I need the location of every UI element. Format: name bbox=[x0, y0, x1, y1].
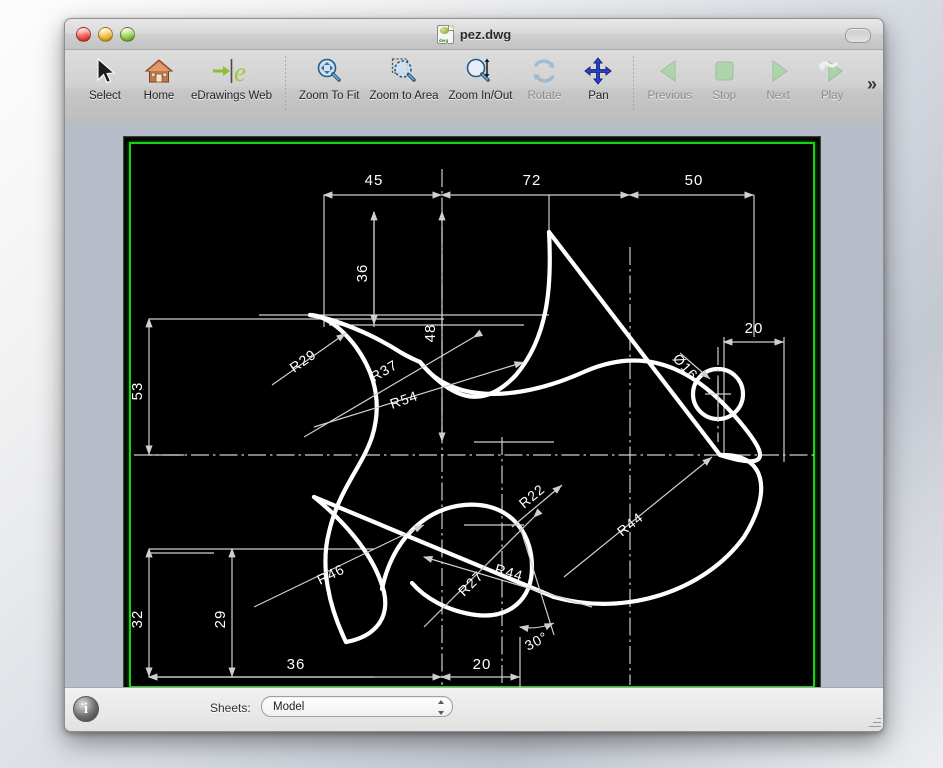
toolbar-group-tools: Select Home e eDrawings Web bbox=[78, 54, 277, 102]
toolbar-button-zoom-to-fit[interactable]: Zoom To Fit bbox=[294, 54, 365, 102]
info-button[interactable]: i bbox=[73, 696, 99, 722]
svg-text:R27: R27 bbox=[455, 568, 487, 600]
sheets-label: Sheets: bbox=[210, 701, 251, 715]
svg-text:R29: R29 bbox=[287, 346, 320, 376]
toolbar-label: Rotate bbox=[527, 90, 562, 102]
toolbar-button-edrawings-web[interactable]: e eDrawings Web bbox=[186, 54, 277, 102]
toolbar-label: Home bbox=[143, 90, 175, 102]
main-toolbar: Select Home e eDrawings Web Zoom To Fit … bbox=[65, 50, 883, 127]
sheets-select[interactable]: Model bbox=[261, 696, 453, 717]
svg-text:48: 48 bbox=[422, 324, 439, 343]
previous-icon bbox=[655, 54, 685, 88]
toolbar-label: Select bbox=[89, 90, 121, 102]
zoom-to-fit-icon bbox=[314, 54, 344, 88]
drawing-canvas-area: .geo{fill:none;stroke:#ffffff;stroke-wid… bbox=[65, 122, 883, 694]
toolbar-label: Zoom to Area bbox=[369, 90, 439, 102]
svg-text:50: 50 bbox=[685, 172, 704, 189]
toolbar-group-view: Zoom To Fit Zoom to Area Zoom In/Out Rot… bbox=[294, 54, 625, 102]
svg-text:20: 20 bbox=[473, 656, 492, 673]
cursor-arrow-icon bbox=[92, 54, 118, 88]
toolbar-label: Stop bbox=[712, 90, 737, 102]
toolbar-label: Zoom In/Out bbox=[448, 90, 513, 102]
edrawings-window: pez.dwg Select bbox=[64, 18, 884, 732]
svg-text:53: 53 bbox=[129, 382, 146, 401]
svg-text:R37: R37 bbox=[368, 356, 401, 384]
resize-grip[interactable] bbox=[866, 714, 881, 729]
fish-technical-drawing[interactable]: .geo{fill:none;stroke:#ffffff;stroke-wid… bbox=[123, 136, 821, 694]
toolbar-overflow-button[interactable]: » bbox=[867, 74, 877, 95]
svg-text:36: 36 bbox=[287, 656, 306, 673]
svg-text:72: 72 bbox=[523, 172, 542, 189]
toolbar-button-rotate[interactable]: Rotate bbox=[517, 54, 571, 102]
toolbar-button-zoom-in-out[interactable]: Zoom In/Out bbox=[444, 54, 518, 102]
zoom-to-area-icon bbox=[389, 54, 419, 88]
toolbar-button-select[interactable]: Select bbox=[78, 54, 132, 102]
svg-text:R54: R54 bbox=[388, 387, 420, 411]
svg-text:36: 36 bbox=[354, 264, 371, 283]
toolbar-label: Pan bbox=[588, 90, 609, 102]
zoom-in-out-icon bbox=[464, 54, 496, 88]
toolbar-label: Zoom To Fit bbox=[298, 90, 360, 102]
toolbar-label: Previous bbox=[647, 90, 693, 102]
window-title-group: pez.dwg bbox=[65, 19, 883, 49]
edrawings-web-icon: e bbox=[209, 54, 253, 88]
svg-text:e: e bbox=[234, 57, 246, 86]
home-icon bbox=[144, 54, 174, 88]
toolbar-button-previous[interactable]: Previous bbox=[642, 54, 697, 102]
toolbar-button-next[interactable]: Next bbox=[751, 54, 805, 102]
window-titlebar[interactable]: pez.dwg bbox=[65, 19, 883, 50]
svg-text:R44: R44 bbox=[493, 561, 525, 584]
pan-icon bbox=[583, 54, 613, 88]
rotate-icon bbox=[529, 54, 559, 88]
drawing-geometry: .geo{fill:none;stroke:#ffffff;stroke-wid… bbox=[124, 137, 820, 693]
toolbar-toggle-button[interactable] bbox=[845, 28, 871, 43]
toolbar-label: eDrawings Web bbox=[191, 90, 272, 102]
next-icon bbox=[763, 54, 793, 88]
toolbar-group-animation: Previous Stop Next Play bbox=[642, 54, 859, 102]
svg-text:R22: R22 bbox=[516, 481, 548, 512]
svg-text:45: 45 bbox=[365, 172, 384, 189]
toolbar-label: Play bbox=[821, 90, 844, 102]
sheets-select-value: Model bbox=[273, 700, 305, 713]
chevron-updown-icon bbox=[436, 700, 445, 715]
play-animation-icon bbox=[817, 54, 847, 88]
svg-text:20: 20 bbox=[745, 320, 764, 337]
toolbar-button-play[interactable]: Play bbox=[805, 54, 859, 102]
toolbar-button-home[interactable]: Home bbox=[132, 54, 186, 102]
status-bar: i Sheets: Model bbox=[65, 687, 883, 731]
toolbar-button-pan[interactable]: Pan bbox=[571, 54, 625, 102]
svg-text:30°: 30° bbox=[522, 628, 551, 653]
toolbar-button-zoom-to-area[interactable]: Zoom to Area bbox=[364, 54, 443, 102]
svg-text:29: 29 bbox=[212, 610, 229, 629]
toolbar-button-stop[interactable]: Stop bbox=[697, 54, 751, 102]
window-title: pez.dwg bbox=[459, 26, 512, 42]
svg-text:32: 32 bbox=[129, 610, 146, 629]
toolbar-label: Next bbox=[766, 90, 791, 102]
toolbar-separator bbox=[633, 56, 635, 110]
toolbar-separator bbox=[284, 56, 286, 110]
dwg-file-icon bbox=[436, 24, 454, 44]
stop-icon bbox=[709, 54, 739, 88]
